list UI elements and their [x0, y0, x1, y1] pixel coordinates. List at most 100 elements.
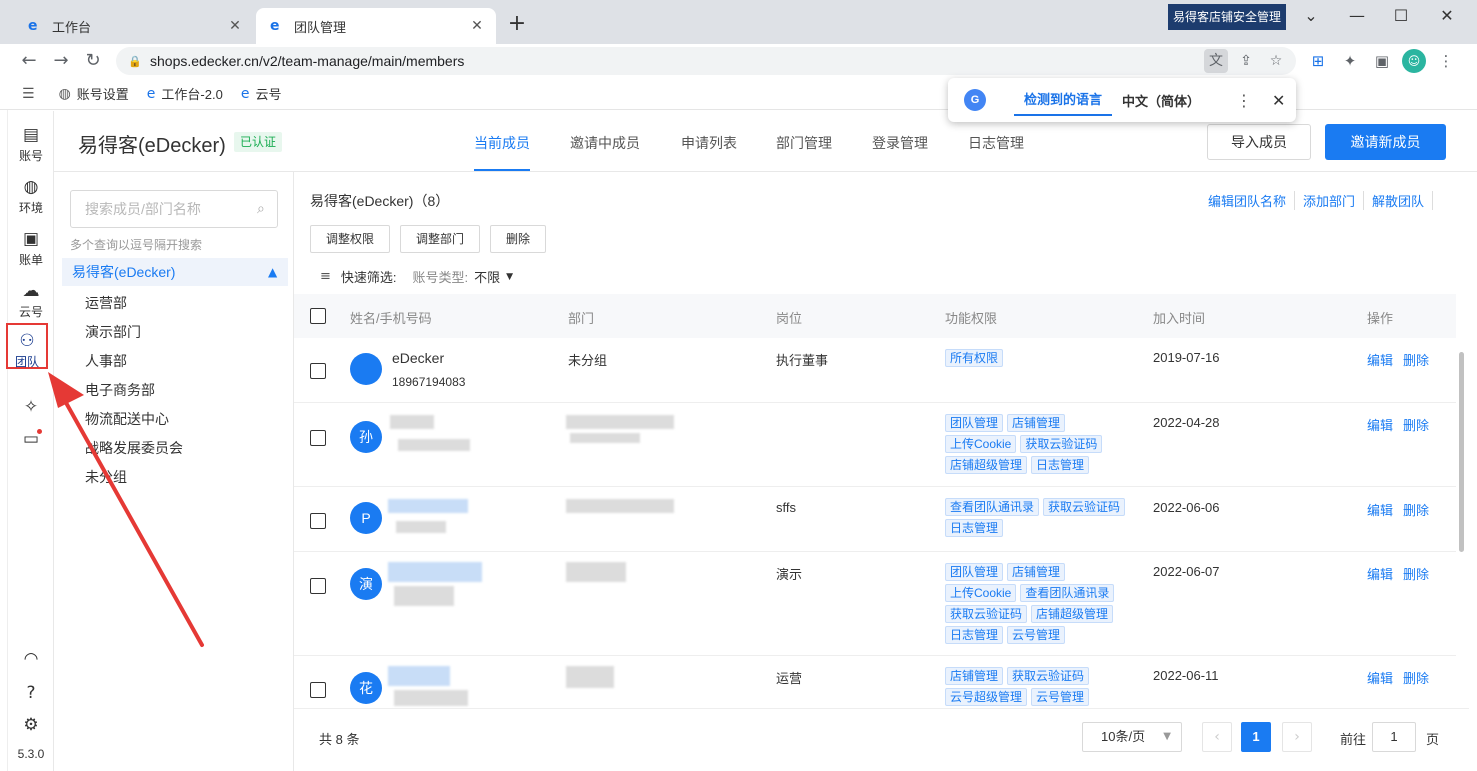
detected-language-tab[interactable]: 检测到的语言: [1014, 78, 1113, 122]
share-icon[interactable]: ⇪: [1234, 49, 1258, 73]
delete-link[interactable]: 删除: [1403, 503, 1429, 518]
chevron-up-icon[interactable]: ▲: [268, 265, 288, 279]
bookmark-label: 云号: [255, 87, 282, 102]
tree-node[interactable]: 战略发展委员会: [85, 438, 183, 458]
tree-root-node[interactable]: 易得客(eDecker) ▲: [62, 258, 288, 286]
reload-icon[interactable]: ↻: [82, 50, 104, 72]
account-type-select[interactable]: 不限: [474, 267, 500, 286]
row-checkbox[interactable]: [310, 363, 326, 379]
tab-inviting-members[interactable]: 邀请中成员: [570, 133, 640, 153]
nav-item-account[interactable]: ▤ 账号: [8, 117, 54, 169]
bookmark-account-settings[interactable]: ◍ 账号设置: [59, 84, 129, 103]
row-checkbox[interactable]: [310, 578, 326, 594]
add-department-link[interactable]: 添加部门: [1295, 191, 1364, 210]
tab-department-manage[interactable]: 部门管理: [776, 133, 832, 153]
tab-current-members[interactable]: 当前成员: [474, 133, 530, 171]
invite-member-button[interactable]: 邀请新成员: [1325, 124, 1446, 160]
tab-login-manage[interactable]: 登录管理: [872, 133, 928, 153]
close-tab-icon[interactable]: ✕: [226, 18, 244, 34]
nav-item-team[interactable]: ⚇ 团队: [6, 323, 48, 369]
edit-link[interactable]: 编辑: [1367, 567, 1393, 582]
support-headset-icon[interactable]: ◠: [8, 649, 54, 669]
import-members-button[interactable]: 导入成员: [1207, 124, 1311, 160]
current-page[interactable]: 1: [1241, 722, 1271, 752]
member-search-input[interactable]: 搜索成员/部门名称 ⌕: [70, 190, 278, 228]
redacted-department: [566, 562, 626, 582]
extensions-puzzle-icon[interactable]: ✦: [1338, 49, 1362, 73]
redacted-name: [388, 499, 468, 513]
tab-log-manage[interactable]: 日志管理: [968, 133, 1024, 153]
search-icon[interactable]: ⌕: [257, 201, 277, 217]
join-date: 2022-04-28: [1153, 415, 1220, 430]
row-checkbox[interactable]: [310, 513, 326, 529]
browser-menu-icon[interactable]: ⋮: [1434, 49, 1458, 73]
forward-icon[interactable]: →: [50, 50, 72, 72]
nav-item-billing[interactable]: ▣ 账单: [8, 221, 54, 273]
edit-team-name-link[interactable]: 编辑团队名称: [1200, 191, 1295, 210]
profile-avatar[interactable]: ☺: [1402, 49, 1426, 73]
member-post: 演示: [776, 567, 803, 582]
side-panel-icon[interactable]: ▣: [1370, 49, 1394, 73]
avatar: 花: [350, 672, 382, 704]
tree-node[interactable]: 电子商务部: [85, 380, 155, 400]
bookmark-cloud-number[interactable]: e 云号: [241, 84, 282, 103]
bookmarks-menu[interactable]: ☰: [22, 86, 41, 102]
close-window-icon[interactable]: ✕: [1424, 4, 1470, 28]
close-tab-icon[interactable]: ✕: [468, 18, 486, 34]
tab-search-icon[interactable]: ⌄: [1288, 4, 1334, 28]
tree-node[interactable]: 人事部: [85, 351, 127, 371]
prev-page-button[interactable]: ‹: [1202, 722, 1232, 752]
tree-node[interactable]: 演示部门: [85, 322, 141, 342]
edit-link[interactable]: 编辑: [1367, 671, 1393, 686]
nav-item-cloud-number[interactable]: ☁ 云号: [8, 273, 54, 325]
tree-node[interactable]: 运营部: [85, 293, 127, 313]
goto-page-input[interactable]: 1: [1372, 722, 1416, 752]
maximize-icon[interactable]: ☐: [1378, 4, 1424, 28]
new-tab-button[interactable]: +: [506, 13, 528, 35]
delete-link[interactable]: 删除: [1403, 567, 1429, 582]
member-post: 执行董事: [776, 353, 829, 368]
browser-tab-workbench[interactable]: e 工作台 ✕: [14, 8, 254, 44]
bookmark-workbench[interactable]: e 工作台-2.0: [147, 84, 223, 103]
target-language-tab[interactable]: 中文（简体）: [1122, 91, 1200, 110]
adjust-department-button[interactable]: 调整部门: [400, 225, 480, 253]
bookmark-star-icon[interactable]: ☆: [1264, 49, 1288, 73]
select-all-checkbox[interactable]: [310, 308, 326, 324]
translate-icon[interactable]: 文: [1204, 49, 1228, 73]
dissolve-team-link[interactable]: 解散团队: [1364, 191, 1433, 210]
avatar: [350, 353, 382, 385]
extension-banner[interactable]: 易得客店铺安全管理: [1168, 4, 1286, 30]
tree-node[interactable]: 未分组: [85, 467, 127, 487]
chat-icon[interactable]: ▭: [8, 429, 54, 449]
delete-button[interactable]: 删除: [490, 225, 546, 253]
table-row: eDecker 18967194083 未分组 执行董事 所有权限 2019-0…: [294, 338, 1456, 403]
puzzle-icon[interactable]: ✧: [8, 397, 54, 417]
delete-link[interactable]: 删除: [1403, 671, 1429, 686]
page-size-select[interactable]: 10条/页 ▼: [1082, 722, 1182, 752]
table-scrollbar[interactable]: [1459, 352, 1464, 552]
minimize-icon[interactable]: —: [1334, 4, 1380, 28]
join-date: 2022-06-07: [1153, 564, 1220, 579]
browser-tab-team-manage[interactable]: e 团队管理 ✕: [256, 8, 496, 44]
settings-gear-icon[interactable]: ⚙: [8, 715, 54, 735]
next-page-button[interactable]: ›: [1282, 722, 1312, 752]
join-date: 2022-06-11: [1153, 668, 1219, 683]
nav-item-environment[interactable]: ◍ 环境: [8, 169, 54, 221]
back-icon[interactable]: ←: [18, 50, 40, 72]
row-checkbox[interactable]: [310, 682, 326, 698]
address-bar[interactable]: 🔒 shops.edecker.cn/v2/team-manage/main/m…: [116, 47, 1296, 75]
adjust-permission-button[interactable]: 调整权限: [310, 225, 390, 253]
edit-link[interactable]: 编辑: [1367, 353, 1393, 368]
caret-down-icon[interactable]: ▼: [506, 272, 513, 282]
edit-link[interactable]: 编辑: [1367, 503, 1393, 518]
more-options-icon[interactable]: ⋮: [1236, 91, 1252, 110]
row-checkbox[interactable]: [310, 430, 326, 446]
tab-applications[interactable]: 申请列表: [681, 133, 737, 153]
apps-grid-icon[interactable]: ⊞: [1306, 49, 1330, 73]
tree-node[interactable]: 物流配送中心: [85, 409, 169, 429]
close-icon[interactable]: ✕: [1272, 91, 1285, 110]
delete-link[interactable]: 删除: [1403, 418, 1429, 433]
delete-link[interactable]: 删除: [1403, 353, 1429, 368]
help-icon[interactable]: ?: [8, 683, 54, 703]
edit-link[interactable]: 编辑: [1367, 418, 1393, 433]
